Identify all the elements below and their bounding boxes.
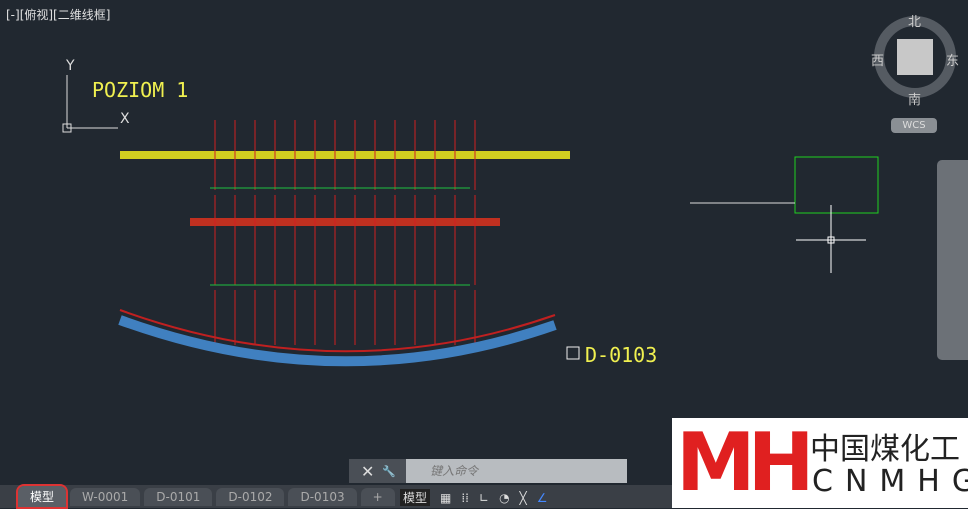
compass-north[interactable]: 北 [908, 11, 921, 30]
drawing-title: POZIOM 1 [92, 78, 189, 102]
navigation-bar[interactable] [937, 160, 968, 360]
close-icon[interactable]: ✕ [361, 462, 374, 481]
watermark-letters: MH [676, 416, 815, 509]
wcs-dropdown[interactable]: WCS [891, 118, 937, 133]
lineweight-icon[interactable]: ∠ [537, 491, 548, 505]
ortho-icon[interactable]: ∟ [479, 491, 489, 505]
watermark-en: CNMHG [812, 464, 968, 499]
status-bar: 模型 ▦ ⁞⁞ ∟ ◔ ╳ ∠ [400, 487, 680, 508]
viewcube-top [897, 39, 933, 75]
compass-east[interactable]: 东 [946, 50, 959, 69]
model-space-button[interactable]: 模型 [400, 489, 431, 506]
watermark-cn: 中国煤化工 [810, 432, 960, 467]
add-layout-button[interactable]: + [360, 487, 395, 506]
ucs-x-label: X [120, 111, 130, 127]
compass-west[interactable]: 西 [871, 50, 884, 69]
wrench-icon[interactable]: 🔧 [382, 465, 396, 478]
crosshair-cursor [796, 205, 866, 273]
osnap-icon[interactable]: ╳ [520, 491, 527, 505]
drawing-label: D-0103 [585, 343, 658, 367]
compass-south[interactable]: 南 [908, 89, 921, 108]
tab-d-0102[interactable]: D-0102 [216, 487, 285, 506]
polar-icon[interactable]: ◔ [499, 491, 509, 505]
tab-d-0101[interactable]: D-0101 [144, 487, 213, 506]
watermark-logo: MH 中国煤化工 CNMHG [672, 418, 968, 508]
command-line: ✕ 🔧 键入命令 [349, 459, 627, 483]
grid-icon[interactable]: ▦ [440, 491, 451, 505]
snap-icon[interactable]: ⁞⁞ [461, 491, 469, 505]
tab-model[interactable]: 模型 [15, 484, 69, 509]
drawing-canvas[interactable] [0, 0, 968, 460]
curved-plan [118, 315, 557, 367]
tab-d-0103[interactable]: D-0103 [288, 487, 357, 506]
tab-w-0001[interactable]: W-0001 [70, 487, 141, 506]
selection-box [794, 156, 879, 214]
command-input[interactable]: 键入命令 [406, 459, 627, 483]
ucs-y-label: Y [66, 58, 75, 74]
